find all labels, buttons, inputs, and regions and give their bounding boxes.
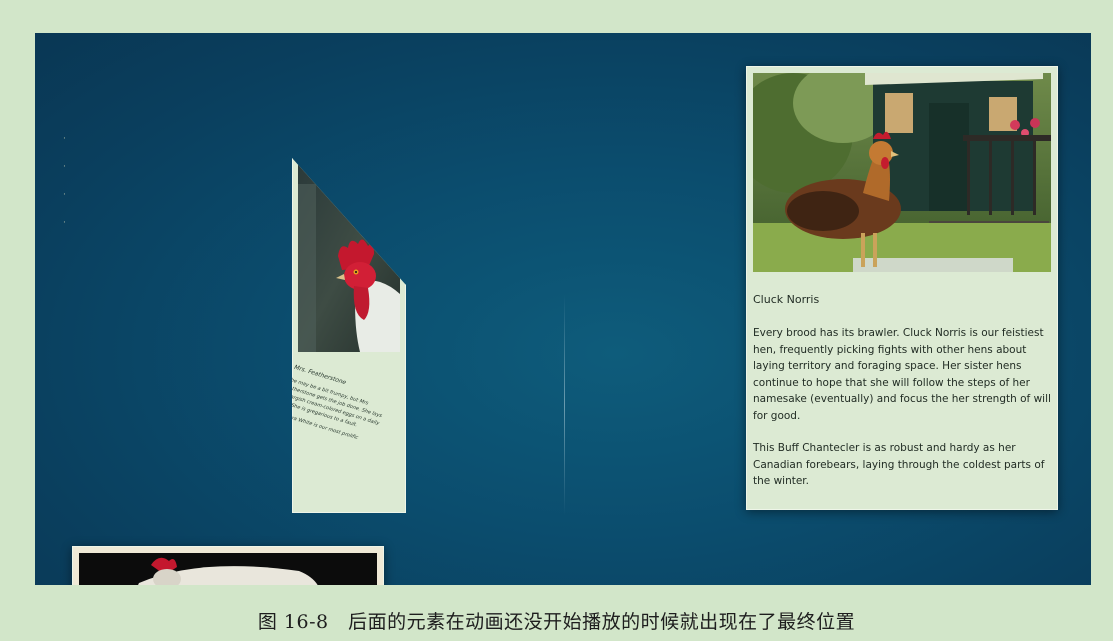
- card-right-paragraph-1: Every brood has its brawler. Cluck Norri…: [753, 327, 1051, 422]
- card-left-text: Mrs. Featherstone She may be a bit frump…: [292, 364, 399, 457]
- card-mrs-featherstone[interactable]: Mrs. Featherstone She may be a bit frump…: [292, 158, 406, 513]
- rooster-image: [298, 164, 400, 352]
- figure-caption: 图 16-8 后面的元素在动画还没开始播放的时候就出现在了最终位置: [257, 611, 856, 633]
- rooster-photo: [298, 164, 400, 352]
- card-cluck-norris[interactable]: Cluck Norris Every brood has its brawler…: [746, 66, 1058, 510]
- card-bottom-partial[interactable]: [72, 546, 384, 585]
- animation-stage: · · · · Mrs. Featherstone She may be a b…: [35, 33, 1091, 585]
- white-hen-photo: [79, 553, 377, 585]
- hen-image: [753, 73, 1051, 272]
- card-right-title: Cluck Norris: [753, 293, 820, 306]
- figure-page: · · · · Mrs. Featherstone She may be a b…: [0, 0, 1113, 641]
- edge-marks: · · · ·: [63, 134, 66, 228]
- hen-garden-photo: [753, 73, 1051, 272]
- divider-line: [564, 295, 565, 515]
- white-hen-image: [79, 553, 377, 585]
- card-right-paragraph-2: This Buff Chantecler is as robust and ha…: [753, 442, 1045, 487]
